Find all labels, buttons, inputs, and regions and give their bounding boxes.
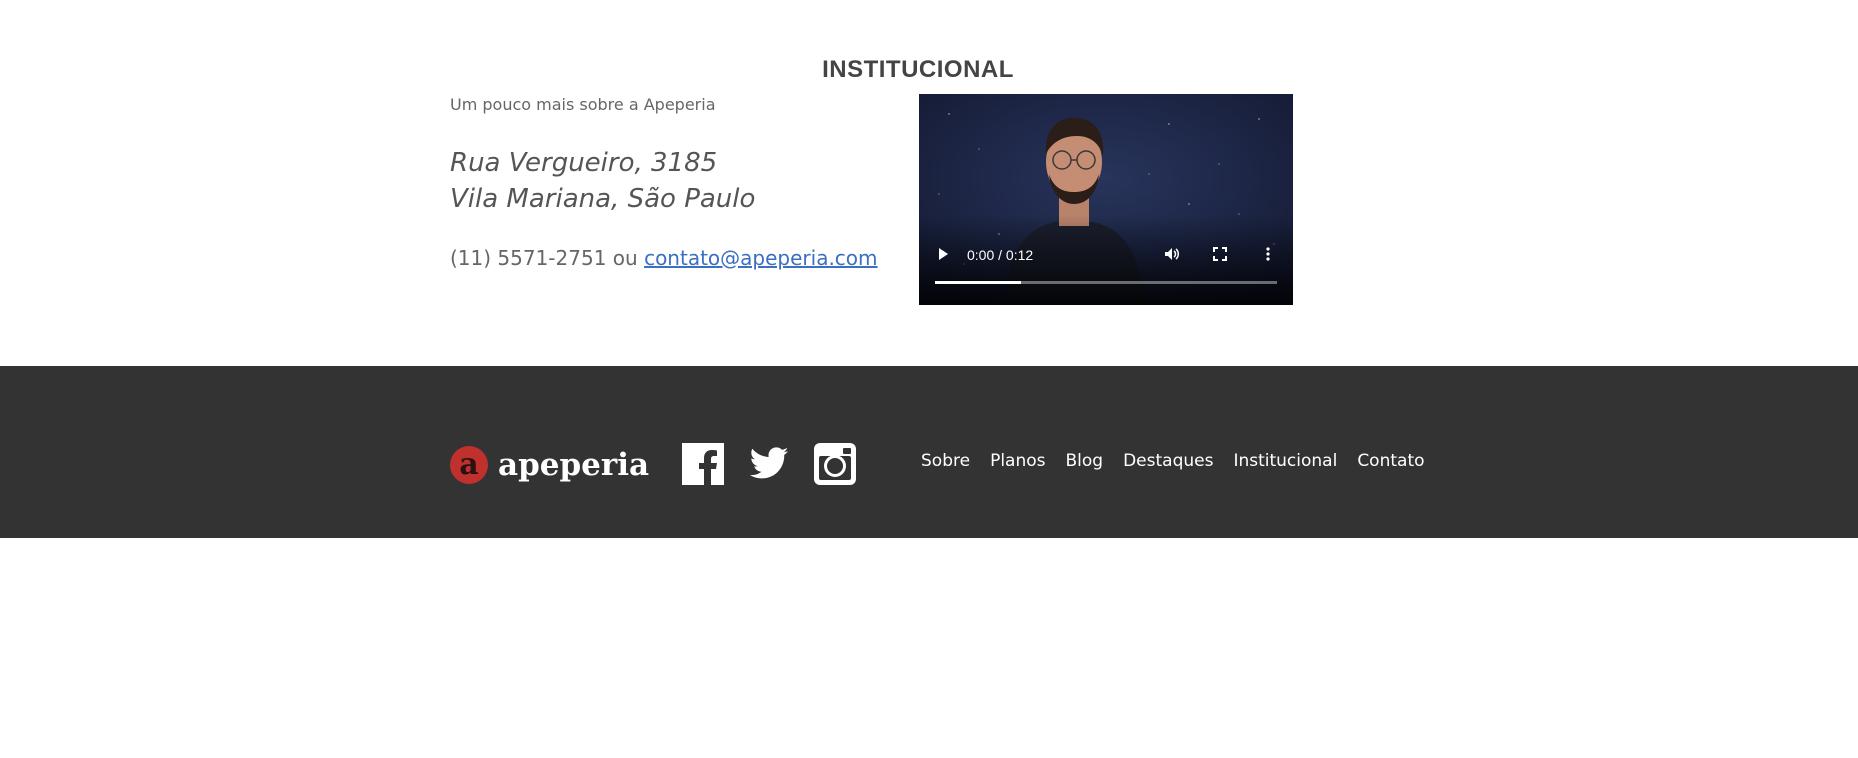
- instagram-link[interactable]: [814, 443, 856, 485]
- volume-button[interactable]: [1162, 244, 1182, 264]
- section-title: INSTITUCIONAL: [822, 56, 1014, 84]
- contact-separator: ou: [612, 246, 638, 270]
- nav-link-blog[interactable]: Blog: [1066, 451, 1104, 471]
- address-line-city: Vila Mariana, São Paulo: [450, 184, 756, 214]
- facebook-link[interactable]: [682, 443, 724, 485]
- contact-line: (11) 5571-2751 ou contato@apeperia.com: [450, 246, 878, 270]
- instagram-icon: [814, 443, 856, 485]
- more-options-icon: [1266, 247, 1270, 261]
- section-subtitle: Um pouco mais sobre a Apeperia: [450, 95, 716, 114]
- facebook-icon: [682, 443, 724, 485]
- nav-link-contato[interactable]: Contato: [1357, 451, 1424, 471]
- logo-mark: a: [450, 446, 488, 484]
- twitter-icon: [749, 447, 789, 479]
- footer: a apeperia Sobre Planos Blog Destaques I…: [0, 366, 1858, 538]
- video-player[interactable]: 0:00 / 0:12: [919, 94, 1293, 305]
- progress-bar[interactable]: [935, 281, 1277, 284]
- logo-text: apeperia: [498, 447, 650, 483]
- address-line-street: Rua Vergueiro, 3185: [450, 148, 718, 178]
- footer-nav: Sobre Planos Blog Destaques Instituciona…: [921, 451, 1425, 471]
- progress-fill: [935, 281, 1021, 284]
- contact-email-link[interactable]: contato@apeperia.com: [644, 246, 877, 270]
- play-button[interactable]: [933, 244, 953, 264]
- footer-logo[interactable]: a apeperia: [450, 446, 649, 484]
- contact-phone: (11) 5571-2751: [450, 246, 607, 270]
- volume-icon: [1165, 248, 1179, 260]
- video-time: 0:00 / 0:12: [967, 247, 1034, 263]
- nav-link-sobre[interactable]: Sobre: [921, 451, 970, 471]
- fullscreen-button[interactable]: [1210, 244, 1230, 264]
- fullscreen-icon: [1213, 247, 1227, 261]
- nav-link-destaques[interactable]: Destaques: [1123, 451, 1213, 471]
- twitter-link[interactable]: [748, 443, 790, 485]
- more-options-button[interactable]: [1258, 244, 1278, 264]
- nav-link-institucional[interactable]: Institucional: [1233, 451, 1337, 471]
- address: Rua Vergueiro, 3185 Vila Mariana, São Pa…: [450, 145, 755, 217]
- nav-link-planos[interactable]: Planos: [990, 451, 1045, 471]
- play-icon: [939, 248, 948, 260]
